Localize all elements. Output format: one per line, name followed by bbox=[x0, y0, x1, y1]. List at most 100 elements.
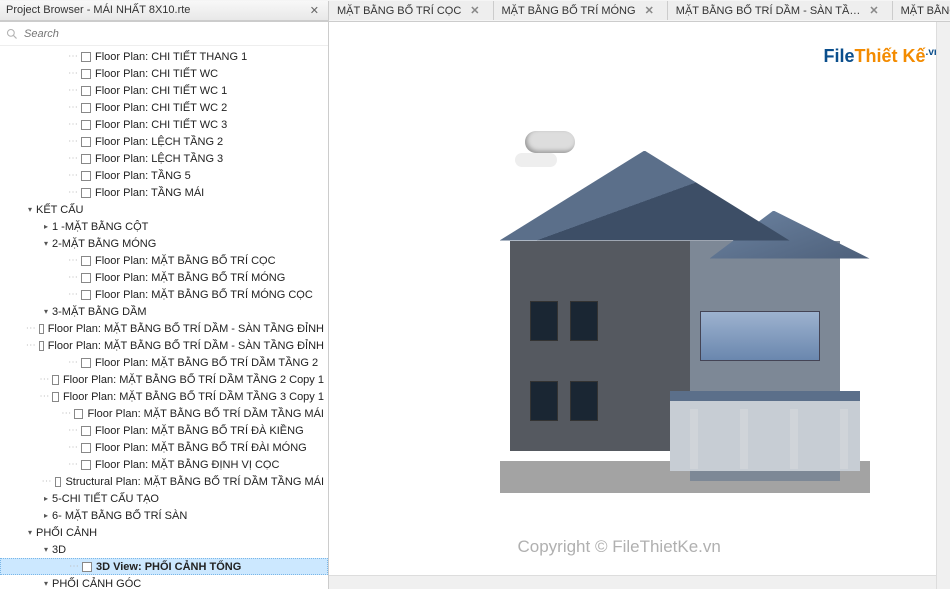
visibility-checkbox[interactable] bbox=[81, 103, 91, 113]
visibility-checkbox[interactable] bbox=[81, 443, 91, 453]
view-tab[interactable]: MẶT BẰNG BỐ TRÍ DẦM TẦNG 2 C…✕ bbox=[893, 1, 950, 20]
visibility-checkbox[interactable] bbox=[81, 273, 91, 283]
tree-leaf[interactable]: ⋯Floor Plan: MẶT BẰNG BỐ TRÍ MÓNG CỌC bbox=[0, 286, 328, 303]
visibility-checkbox[interactable] bbox=[81, 86, 91, 96]
project-tree[interactable]: ⋯Floor Plan: CHI TIẾT THANG 1⋯Floor Plan… bbox=[0, 46, 328, 589]
expand-icon[interactable]: ▸ bbox=[40, 511, 52, 520]
visibility-checkbox[interactable] bbox=[81, 290, 91, 300]
scrollbar-horizontal[interactable] bbox=[329, 575, 936, 589]
tree-connector: ⋯ bbox=[68, 85, 77, 96]
tree-leaf[interactable]: ⋯Floor Plan: MẶT BẰNG BỐ TRÍ MÓNG bbox=[0, 269, 328, 286]
tree-item-label: Floor Plan: TẦNG 5 bbox=[95, 170, 191, 182]
visibility-checkbox[interactable] bbox=[81, 52, 91, 62]
tree-leaf[interactable]: ⋯ Floor Plan: LỆCH TẦNG 2 bbox=[0, 133, 328, 150]
tree-leaf[interactable]: ⋯3D View: PHỐI CẢNH TỔNG bbox=[0, 558, 328, 575]
view-tab[interactable]: MẶT BẰNG BỐ TRÍ DẦM - SÀN TẦ…✕ bbox=[668, 1, 893, 20]
tree-item-label: Floor Plan: LỆCH TẦNG 2 bbox=[95, 136, 223, 148]
tree-branch[interactable]: ▾PHỐI CẢNH bbox=[0, 524, 328, 541]
tree-leaf[interactable]: ⋯Floor Plan: TẦNG 5 bbox=[0, 167, 328, 184]
expand-icon[interactable]: ▸ bbox=[40, 494, 52, 503]
tab-label: MẶT BẰNG BỐ TRÍ DẦM TẦNG 2 C… bbox=[901, 5, 950, 17]
tree-leaf[interactable]: ⋯Floor Plan: MẶT BẰNG BỐ TRÍ ĐÀI MÓNG bbox=[0, 439, 328, 456]
visibility-checkbox[interactable] bbox=[81, 69, 91, 79]
tree-item-label: Structural Plan: MẶT BẰNG BỐ TRÍ DẦM TẦN… bbox=[65, 476, 324, 488]
tree-leaf[interactable]: ⋯Floor Plan: MẶT BẰNG BỐ TRÍ DẦM TẦNG 2 … bbox=[0, 371, 328, 388]
expand-icon[interactable]: ▸ bbox=[40, 222, 52, 231]
collapse-icon[interactable]: ▾ bbox=[24, 205, 36, 214]
visibility-checkbox[interactable] bbox=[81, 460, 91, 470]
collapse-icon[interactable]: ▾ bbox=[40, 239, 52, 248]
tree-connector: ⋯ bbox=[26, 323, 35, 334]
visibility-checkbox[interactable] bbox=[55, 477, 62, 487]
collapse-icon[interactable]: ▾ bbox=[40, 545, 52, 554]
tree-leaf[interactable]: ⋯Floor Plan: CHI TIẾT WC 3 bbox=[0, 116, 328, 133]
visibility-checkbox[interactable] bbox=[39, 341, 44, 351]
visibility-checkbox[interactable] bbox=[81, 188, 91, 198]
visibility-checkbox[interactable] bbox=[39, 324, 44, 334]
visibility-checkbox[interactable] bbox=[52, 392, 59, 402]
tree-leaf[interactable]: ⋯Floor Plan: MẶT BẰNG BỐ TRÍ DẦM - SÀN T… bbox=[0, 337, 328, 354]
tree-item-label: Floor Plan: MẶT BẰNG BỐ TRÍ CỌC bbox=[95, 255, 276, 267]
view-tab[interactable]: MẶT BẰNG BỐ TRÍ MÓNG✕ bbox=[494, 1, 668, 20]
close-icon[interactable]: ✕ bbox=[642, 4, 657, 17]
watermark-text: Copyright © FileThietKe.vn bbox=[517, 537, 720, 557]
tree-connector: ⋯ bbox=[26, 340, 35, 351]
tree-connector: ⋯ bbox=[68, 272, 77, 283]
visibility-checkbox[interactable] bbox=[81, 171, 91, 181]
tree-branch[interactable]: ▸5-CHI TIẾT CẤU TẠO bbox=[0, 490, 328, 507]
tree-branch[interactable]: ▾3D bbox=[0, 541, 328, 558]
tree-leaf[interactable]: ⋯ Floor Plan: MẶT BẰNG BỐ TRÍ CỌC bbox=[0, 252, 328, 269]
tree-leaf[interactable]: ⋯Floor Plan: LỆCH TẦNG 3 bbox=[0, 150, 328, 167]
collapse-icon[interactable]: ▾ bbox=[40, 307, 52, 316]
tree-connector: ⋯ bbox=[42, 476, 51, 487]
tree-leaf[interactable]: ⋯ Structural Plan: MẶT BẰNG BỐ TRÍ DẦM TẦ… bbox=[0, 473, 328, 490]
view-tab[interactable]: MẶT BẰNG BỐ TRÍ CỌC ✕ bbox=[329, 1, 494, 20]
tree-leaf[interactable]: ⋯Floor Plan: MẶT BẰNG ĐỊNH VỊ CỌC bbox=[0, 456, 328, 473]
tree-connector: ⋯ bbox=[68, 289, 77, 300]
collapse-icon[interactable]: ▾ bbox=[40, 579, 52, 588]
scrollbar-vertical[interactable] bbox=[936, 22, 950, 589]
tree-leaf[interactable]: ⋯Floor Plan: MẶT BẰNG BỐ TRÍ DẦM - SÀN T… bbox=[0, 320, 328, 337]
tree-item-label: Floor Plan: CHI TIẾT WC 2 bbox=[95, 102, 227, 114]
visibility-checkbox[interactable] bbox=[81, 137, 91, 147]
visibility-checkbox[interactable] bbox=[81, 154, 91, 164]
tree-leaf[interactable]: ⋯Floor Plan: CHI TIẾT THANG 1 bbox=[0, 48, 328, 65]
visibility-checkbox[interactable] bbox=[81, 256, 91, 266]
close-icon[interactable]: ✕ bbox=[307, 4, 322, 17]
tree-branch[interactable]: ▸6- MẶT BẰNG BỐ TRÍ SÀN bbox=[0, 507, 328, 524]
tree-leaf[interactable]: ⋯Floor Plan: MẶT BẰNG BỐ TRÍ DẦM TẦNG 3 … bbox=[0, 388, 328, 405]
visibility-checkbox[interactable] bbox=[81, 358, 91, 368]
tree-branch[interactable]: ▾KẾT CẤU bbox=[0, 201, 328, 218]
tree-item-label: Floor Plan: CHI TIẾT WC 1 bbox=[95, 85, 227, 97]
tree-branch[interactable]: ▾PHỐI CẢNH GÓC bbox=[0, 575, 328, 589]
visibility-checkbox[interactable] bbox=[81, 426, 91, 436]
close-icon[interactable]: ✕ bbox=[467, 4, 482, 17]
tree-item-label: Floor Plan: MẶT BẰNG BỐ TRÍ ĐÀ KIỀNG bbox=[95, 425, 304, 437]
tree-leaf[interactable]: ⋯Floor Plan: TẦNG MÁI bbox=[0, 184, 328, 201]
tree-item-label: Floor Plan: MẶT BẰNG ĐỊNH VỊ CỌC bbox=[95, 459, 279, 471]
tab-label: MẶT BẰNG BỐ TRÍ CỌC bbox=[337, 5, 461, 17]
tree-leaf[interactable]: ⋯Floor Plan: CHI TIẾT WC 2 bbox=[0, 99, 328, 116]
tree-connector: ⋯ bbox=[68, 136, 77, 147]
close-icon[interactable]: ✕ bbox=[866, 4, 881, 17]
project-browser-panel: ⋯Floor Plan: CHI TIẾT THANG 1⋯Floor Plan… bbox=[0, 22, 329, 589]
collapse-icon[interactable]: ▾ bbox=[24, 528, 36, 537]
tree-item-label: Floor Plan: MẶT BẰNG BỐ TRÍ DẦM TẦNG 3 C… bbox=[63, 391, 324, 403]
tree-leaf[interactable]: ⋯ Floor Plan: CHI TIẾT WC 1 bbox=[0, 82, 328, 99]
visibility-checkbox[interactable] bbox=[74, 409, 83, 419]
visibility-checkbox[interactable] bbox=[52, 375, 59, 385]
tree-leaf[interactable]: ⋯Floor Plan: MẶT BẰNG BỐ TRÍ DẦM TẦNG MÁ… bbox=[0, 405, 328, 422]
tree-connector: ⋯ bbox=[68, 255, 77, 266]
tree-leaf[interactable]: ⋯Floor Plan: MẶT BẰNG BỐ TRÍ DẦM TẦNG 2 bbox=[0, 354, 328, 371]
tree-branch[interactable]: ▾2-MẶT BẰNG MÓNG bbox=[0, 235, 328, 252]
tree-branch[interactable]: ▸1 -MẶT BẰNG CỘT bbox=[0, 218, 328, 235]
search-input[interactable] bbox=[24, 28, 322, 40]
tree-leaf[interactable]: ⋯Floor Plan: CHI TIẾT WC bbox=[0, 65, 328, 82]
tree-leaf[interactable]: ⋯Floor Plan: MẶT BẰNG BỐ TRÍ ĐÀ KIỀNG bbox=[0, 422, 328, 439]
tree-branch[interactable]: ▾3-MẶT BẰNG DẦM bbox=[0, 303, 328, 320]
viewport-3d[interactable]: FileThiết Kế.vn Copyright © FileThietKe.… bbox=[329, 22, 950, 589]
tree-item-label: Floor Plan: MẶT BẰNG BỐ TRÍ DẦM TẦNG MÁI bbox=[87, 408, 324, 420]
visibility-checkbox[interactable] bbox=[82, 562, 92, 572]
visibility-checkbox[interactable] bbox=[81, 120, 91, 130]
tree-item-label: Floor Plan: TẦNG MÁI bbox=[95, 187, 204, 199]
